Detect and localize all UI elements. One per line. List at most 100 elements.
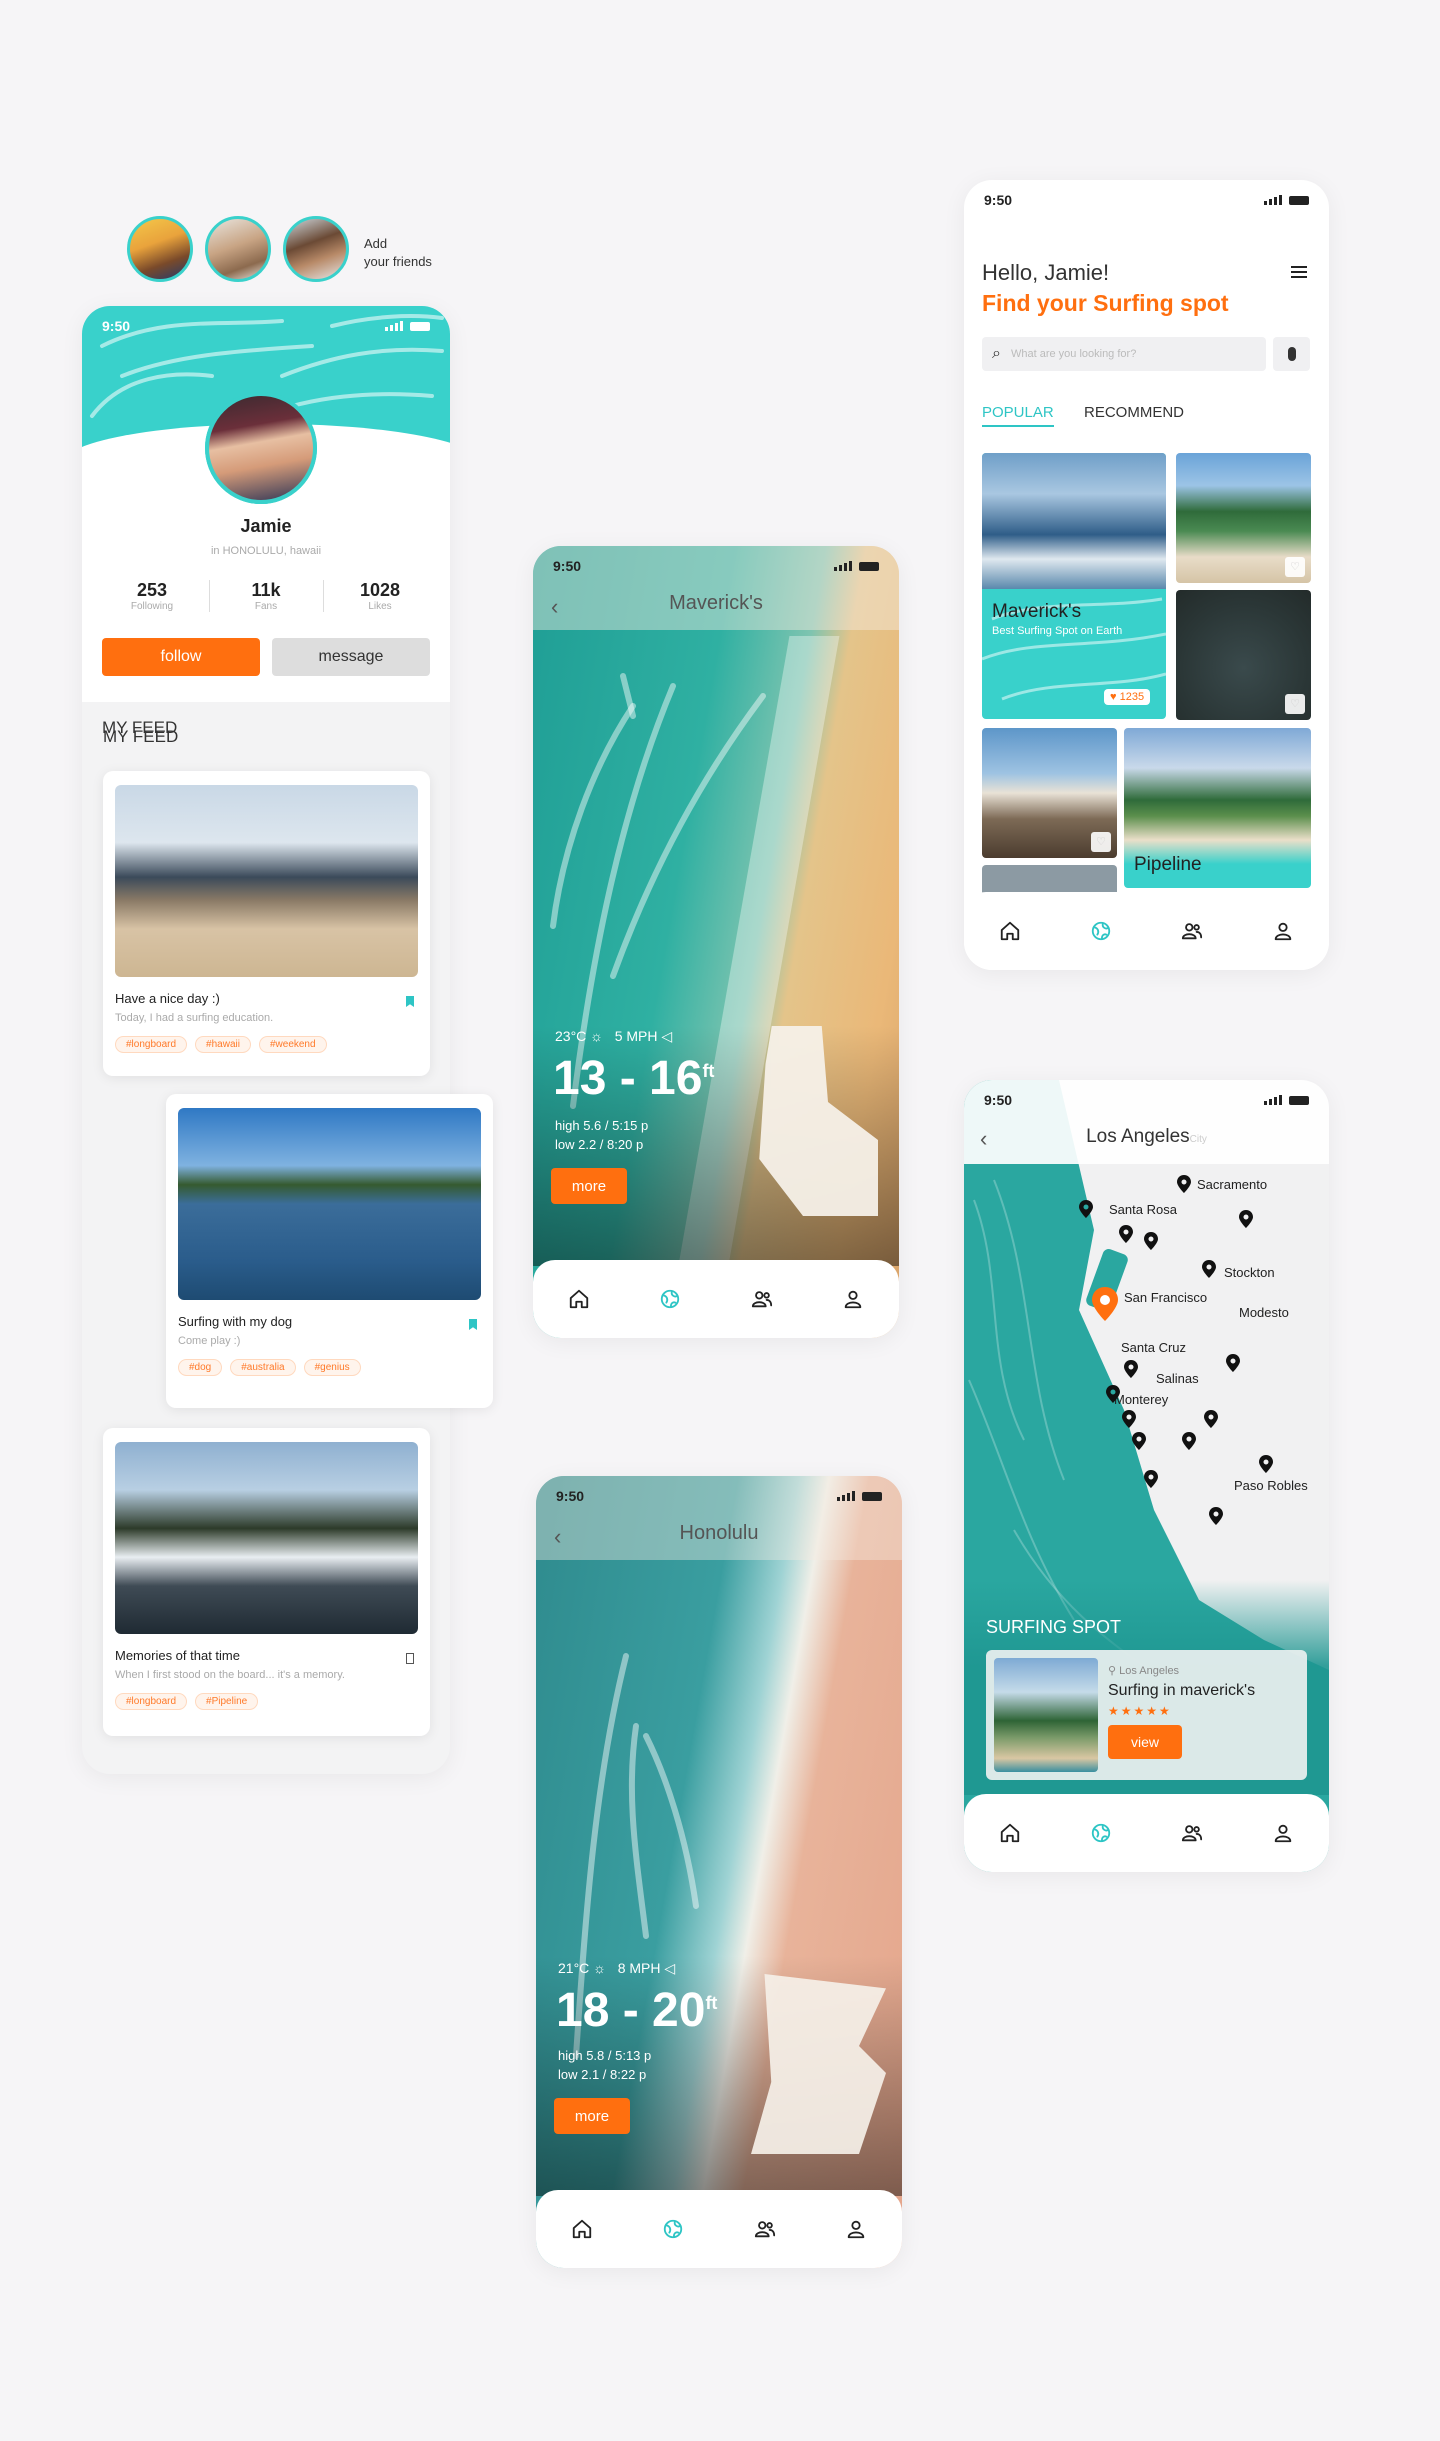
bottom-nav [533,1260,899,1338]
honolulu-screen: 9:50 ‹ Honolulu 21°C ☼ 8 MPH ◁ 18 - 20ft… [536,1476,902,2268]
pin-icon[interactable] [1204,1410,1218,1428]
city-label[interactable]: Salinas [1156,1371,1199,1386]
friend-avatar[interactable] [205,216,271,282]
pin-icon[interactable] [1124,1360,1138,1378]
home-icon[interactable] [995,1818,1025,1848]
pin-icon[interactable] [1177,1175,1191,1193]
map-screen: 9:50 ‹ Los AngelesCity Sacramento Santa … [964,1080,1329,1872]
pin-icon[interactable] [1239,1210,1253,1228]
search-icon: ⌕ [992,345,1001,362]
spot-card-mavericks[interactable]: Maverick's Best Surfing Spot on Earth ♥ … [982,453,1166,719]
spot-card[interactable]: ⚲ Los Angeles Surfing in maverick's ★★★★… [986,1650,1307,1780]
spot-title: Maverick's [669,592,763,614]
city-label[interactable]: San Francisco [1124,1290,1207,1305]
pin-icon[interactable] [1259,1455,1273,1473]
spot-card[interactable]: ♡ [982,728,1117,858]
tag[interactable]: #longboard [115,1693,188,1710]
pin-icon[interactable] [1079,1200,1093,1218]
tab-recommend[interactable]: RECOMMEND [1084,404,1184,421]
signal-icon [385,321,430,331]
friends-icon[interactable] [1177,916,1207,946]
home-icon[interactable] [995,916,1025,946]
rating-stars: ★★★★★ [1108,1704,1172,1718]
wind-icon: ◁ [661,1028,673,1044]
tag[interactable]: #genius [303,1359,361,1376]
tag[interactable]: #weekend [258,1036,327,1053]
feed-post[interactable]: Memories of that time When I first stood… [103,1428,430,1736]
tide-high: high 5.8 / 5:13 p [558,2048,652,2063]
pin-icon[interactable] [1182,1432,1196,1450]
menu-icon[interactable] [1291,266,1307,278]
status-bar: 9:50 [964,1080,1329,1120]
spot-card[interactable]: ♡ [1176,453,1311,583]
message-button-front[interactable]: message [272,638,430,676]
stat-fans[interactable]: 11kFans [226,580,306,612]
post-image [115,785,418,977]
feed-post[interactable]: Surfing with my dog Come play :) #dog #au… [166,1094,493,1408]
user-icon[interactable] [1268,916,1298,946]
stat-likes[interactable]: 1028Likes [340,580,420,612]
pin-icon[interactable] [1226,1354,1240,1372]
likes-badge[interactable]: ♥ 1235 [1104,689,1151,705]
globe-icon[interactable] [1086,1818,1116,1848]
more-button[interactable]: more [554,2098,630,2134]
feed-post[interactable]: Have a nice day :) Today, I had a surfin… [103,771,430,1076]
friends-icon[interactable] [747,1284,777,1314]
add-friends-label[interactable]: Add your friends [364,235,432,271]
pin-icon[interactable] [1122,1410,1136,1428]
bookmark-icon[interactable] [406,1653,414,1664]
weather-row: 23°C ☼ 5 MPH ◁ [555,1028,673,1044]
friends-icon[interactable] [750,2214,780,2244]
city-label[interactable]: Santa Rosa [1109,1202,1177,1217]
home-icon[interactable] [564,1284,594,1314]
spot-name: Surfing in maverick's [1108,1682,1256,1699]
city-label[interactable]: Monterey [1114,1392,1168,1407]
wind-icon: ◁ [664,1960,676,1976]
heart-icon[interactable]: ♡ [1285,557,1305,577]
friends-icon[interactable] [1177,1818,1207,1848]
more-button[interactable]: more [551,1168,627,1204]
weather-row: 21°C ☼ 8 MPH ◁ [558,1960,676,1976]
pin-icon[interactable] [1144,1232,1158,1250]
mic-button[interactable] [1273,337,1310,371]
heart-icon[interactable]: ♡ [1091,832,1111,852]
globe-icon[interactable] [1086,916,1116,946]
tab-popular[interactable]: POPULAR [982,404,1054,427]
follow-button-front[interactable]: follow [102,638,260,676]
heart-icon[interactable]: ♡ [1285,694,1305,714]
city-label[interactable]: Modesto [1239,1305,1289,1320]
search-input[interactable]: ⌕ What are you looking for? [982,337,1266,371]
pin-icon[interactable] [1119,1225,1133,1243]
user-icon[interactable] [838,1284,868,1314]
tag[interactable]: #longboard [115,1036,188,1053]
pin-icon[interactable] [1132,1432,1146,1450]
spot-shape [751,1974,886,2154]
tag[interactable]: #australia [230,1359,296,1376]
tag[interactable]: #Pipeline [195,1693,259,1710]
pin-icon[interactable] [1209,1507,1223,1525]
spot-card-pipeline[interactable]: Pipeline [1124,728,1311,888]
friend-avatar[interactable] [127,216,193,282]
pin-icon[interactable] [1144,1470,1158,1488]
friend-avatar[interactable] [283,216,349,282]
pin-icon[interactable] [1106,1385,1120,1403]
tag[interactable]: #dog [178,1359,223,1376]
home-icon[interactable] [567,2214,597,2244]
city-label[interactable]: Stockton [1224,1265,1275,1280]
pin-icon[interactable] [1202,1260,1216,1278]
signal-icon [1264,195,1309,205]
tag[interactable]: #hawaii [195,1036,251,1053]
user-icon[interactable] [841,2214,871,2244]
sun-icon: ☼ [590,1028,604,1044]
city-label[interactable]: Santa Cruz [1121,1340,1186,1355]
view-button[interactable]: view [1108,1725,1182,1759]
user-icon[interactable] [1268,1818,1298,1848]
stat-following[interactable]: 253Following [112,580,192,612]
post-image [178,1108,481,1300]
city-label[interactable]: Sacramento [1197,1177,1267,1192]
globe-icon[interactable] [658,2214,688,2244]
spot-card[interactable]: ♡ [1176,590,1311,720]
city-label[interactable]: Paso Robles [1234,1478,1308,1493]
globe-icon[interactable] [655,1284,685,1314]
post-image [115,1442,418,1634]
